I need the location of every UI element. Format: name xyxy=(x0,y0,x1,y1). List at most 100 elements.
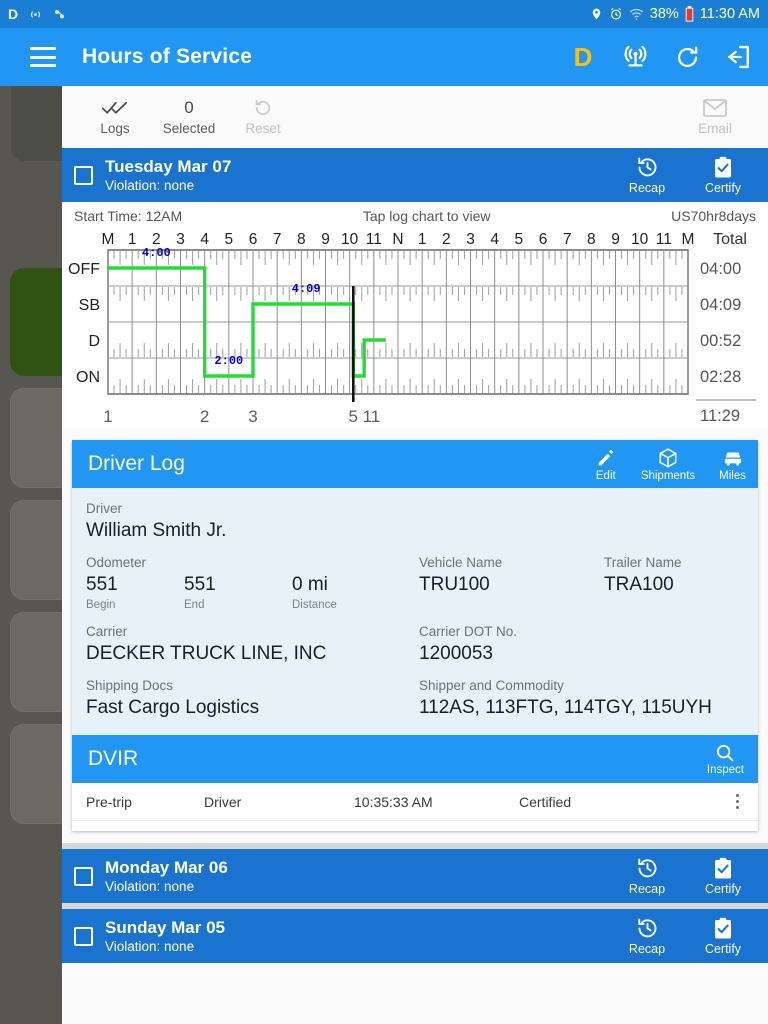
shipments-button[interactable]: Shipments xyxy=(641,447,695,482)
odometer-end-value: 551 xyxy=(184,574,216,595)
certify-button[interactable]: Certify xyxy=(698,916,748,956)
chart-cycle: US70hr8days xyxy=(671,208,756,224)
day-header-monday[interactable]: Monday Mar 06 Violation: none Recap Cert… xyxy=(62,849,768,903)
dvir-header: DVIR Inspect xyxy=(72,735,758,783)
page-title: Hours of Service xyxy=(82,45,253,68)
odometer-end-label: End xyxy=(184,599,205,611)
double-check-icon xyxy=(102,98,128,118)
recap-button[interactable]: Recap xyxy=(622,856,672,896)
refresh-icon[interactable] xyxy=(672,42,702,72)
day-violation: Violation: none xyxy=(105,178,195,193)
svg-text:04:09: 04:09 xyxy=(700,296,741,314)
dvir-time: 10:35:33 AM xyxy=(354,793,433,810)
card-footer-spacer xyxy=(72,821,758,831)
day-title: Tuesday Mar 07 xyxy=(105,157,232,176)
battery-icon xyxy=(685,6,694,22)
svg-text:6: 6 xyxy=(539,231,548,248)
recap-button[interactable]: Recap xyxy=(622,916,672,956)
carrier-row: Carrier DECKER TRUCK LINE, INC Carrier D… xyxy=(86,623,744,667)
overflow-menu-icon[interactable] xyxy=(728,794,746,809)
shipping-row: Shipping Docs Fast Cargo Logistics Shipp… xyxy=(86,677,744,721)
svg-text:4: 4 xyxy=(490,231,499,248)
hamburger-menu-icon[interactable] xyxy=(30,47,56,67)
carrier-value: DECKER TRUCK LINE, INC xyxy=(86,643,327,664)
svg-text:4:00: 4:00 xyxy=(142,246,171,260)
svg-text:1: 1 xyxy=(103,407,112,426)
edit-button[interactable]: Edit xyxy=(595,447,617,482)
svg-text:02:28: 02:28 xyxy=(700,368,741,386)
svg-text:2: 2 xyxy=(200,407,209,426)
miles-button[interactable]: Miles xyxy=(719,447,746,482)
selected-count-item: 0 Selected xyxy=(152,98,226,136)
svg-text:7: 7 xyxy=(273,231,282,248)
svg-text:11: 11 xyxy=(656,231,672,248)
day-header-tuesday[interactable]: Tuesday Mar 07 Violation: none Recap Cer… xyxy=(62,148,768,202)
duty-status-chart[interactable]: M 1 2 3 4 5 6 7 8 9 10 11 N 1 2 3 4 5 6 7 8 9 10 11 M Total OFF 04:… xyxy=(66,226,764,426)
day-checkbox[interactable] xyxy=(74,926,93,946)
recap-label: Recap xyxy=(628,882,666,896)
table-row[interactable]: Pre-trip Driver 10:35:33 AM Certified xyxy=(72,783,758,821)
logs-button[interactable]: Logs xyxy=(78,98,152,136)
svg-text:M: M xyxy=(682,231,695,248)
driver-name: William Smith Jr. xyxy=(86,520,227,541)
svg-text:1: 1 xyxy=(418,231,427,248)
certify-label: Certify xyxy=(704,942,742,956)
reset-button[interactable]: Reset xyxy=(226,98,300,136)
shipper-commodity-value: 112AS, 113FTG, 114TGY, 115UYH xyxy=(419,697,712,718)
connection-icon xyxy=(52,7,67,22)
day-header-sunday[interactable]: Sunday Mar 05 Violation: none Recap Cert… xyxy=(62,909,768,963)
shipping-docs-value: Fast Cargo Logistics xyxy=(86,697,260,718)
certify-label: Certify xyxy=(704,882,742,896)
recap-button[interactable]: Recap xyxy=(622,155,672,195)
day-violation: Violation: none xyxy=(105,879,195,894)
svg-text:6: 6 xyxy=(249,231,258,248)
svg-text:ON: ON xyxy=(76,369,100,386)
recap-label: Recap xyxy=(628,181,666,195)
svg-text:SB: SB xyxy=(79,297,100,314)
chart-start-time: Start Time: 12AM xyxy=(74,208,183,224)
odometer-begin-value: 551 xyxy=(86,574,118,595)
svg-text:D: D xyxy=(88,333,100,350)
svg-text:3: 3 xyxy=(248,407,257,426)
email-label: Email xyxy=(698,121,732,136)
inspect-label: Inspect xyxy=(706,764,744,776)
day-title: Monday Mar 06 xyxy=(105,858,228,877)
svg-text:9: 9 xyxy=(611,231,620,248)
svg-text:OFF: OFF xyxy=(68,261,100,278)
shipper-commodity-label: Shipper and Commodity xyxy=(419,678,564,693)
dvir-type: Pre-trip xyxy=(86,793,132,810)
svg-text:8: 8 xyxy=(587,231,596,248)
broadcast-icon[interactable] xyxy=(620,42,650,72)
svg-text:3: 3 xyxy=(466,231,475,248)
logs-label: Logs xyxy=(100,121,130,136)
log-chart-card[interactable]: Start Time: 12AM Tap log chart to view U… xyxy=(62,202,768,428)
driver-log-header: Driver Log Edit Shipments Miles xyxy=(72,440,758,488)
svg-text:5: 5 xyxy=(225,231,234,248)
certify-button[interactable]: Certify xyxy=(698,856,748,896)
driver-label: Driver xyxy=(86,501,122,516)
shipments-label: Shipments xyxy=(640,469,696,482)
app-bar: Hours of Service D xyxy=(0,28,768,86)
logout-icon[interactable] xyxy=(724,42,754,72)
odometer-begin-label: Begin xyxy=(86,599,116,611)
email-button[interactable]: Email xyxy=(678,98,752,136)
email-icon xyxy=(703,98,727,118)
carrier-label: Carrier xyxy=(86,624,128,639)
certify-button[interactable]: Certify xyxy=(698,155,748,195)
status-duty-letter: D xyxy=(8,6,19,22)
shipping-docs-label: Shipping Docs xyxy=(86,678,174,693)
chart-tap-hint: Tap log chart to view xyxy=(362,208,491,224)
duty-status-d-button[interactable]: D xyxy=(568,42,598,72)
chart-svg: M 1 2 3 4 5 6 7 8 9 10 11 N 1 2 3 4 5 6 7 8 9 10 11 M TotalOFF 04:… xyxy=(68,231,756,426)
content-sheet: Logs 0 Selected Reset Email Tuesday Mar … xyxy=(62,86,768,1024)
svg-text:2:00: 2:00 xyxy=(214,354,243,368)
svg-text:11: 11 xyxy=(366,231,382,248)
carrier-dot-value: 1200053 xyxy=(419,643,493,664)
day-checkbox[interactable] xyxy=(74,165,93,185)
status-bar: D 38% 11:30 AM xyxy=(0,0,768,28)
svg-text:00:52: 00:52 xyxy=(700,332,741,350)
inspect-button[interactable]: Inspect xyxy=(707,742,744,776)
odometer-label: Odometer xyxy=(86,555,147,570)
day-checkbox[interactable] xyxy=(74,866,93,886)
selected-count: 0 xyxy=(184,98,194,117)
